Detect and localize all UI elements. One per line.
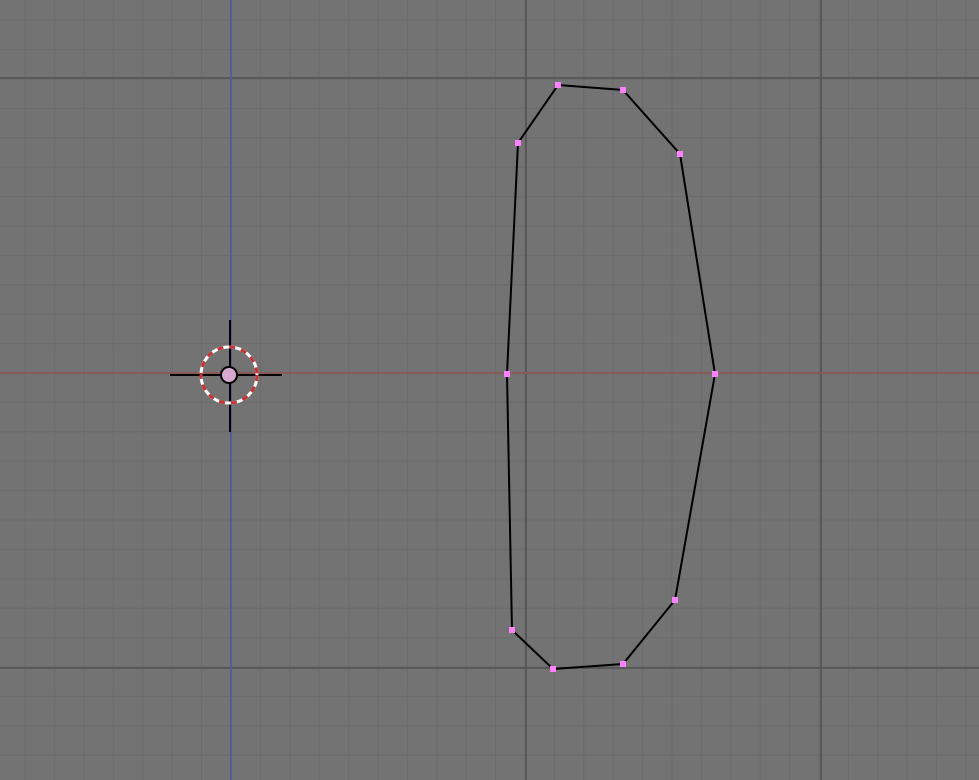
- cursor-center-dot: [220, 366, 238, 384]
- mesh-vertex[interactable]: [555, 82, 561, 88]
- mesh-vertex[interactable]: [712, 371, 718, 377]
- viewport-background: [0, 0, 979, 780]
- mesh-vertex[interactable]: [677, 151, 683, 157]
- 3d-viewport[interactable]: [0, 0, 979, 780]
- mesh-vertex[interactable]: [620, 661, 626, 667]
- mesh-vertex[interactable]: [620, 87, 626, 93]
- mesh-vertex[interactable]: [509, 627, 515, 633]
- mesh-vertex[interactable]: [550, 666, 556, 672]
- mesh-vertex[interactable]: [515, 140, 521, 146]
- mesh-vertex[interactable]: [672, 597, 678, 603]
- mesh-vertex[interactable]: [504, 371, 510, 377]
- viewport-canvas[interactable]: [0, 0, 979, 780]
